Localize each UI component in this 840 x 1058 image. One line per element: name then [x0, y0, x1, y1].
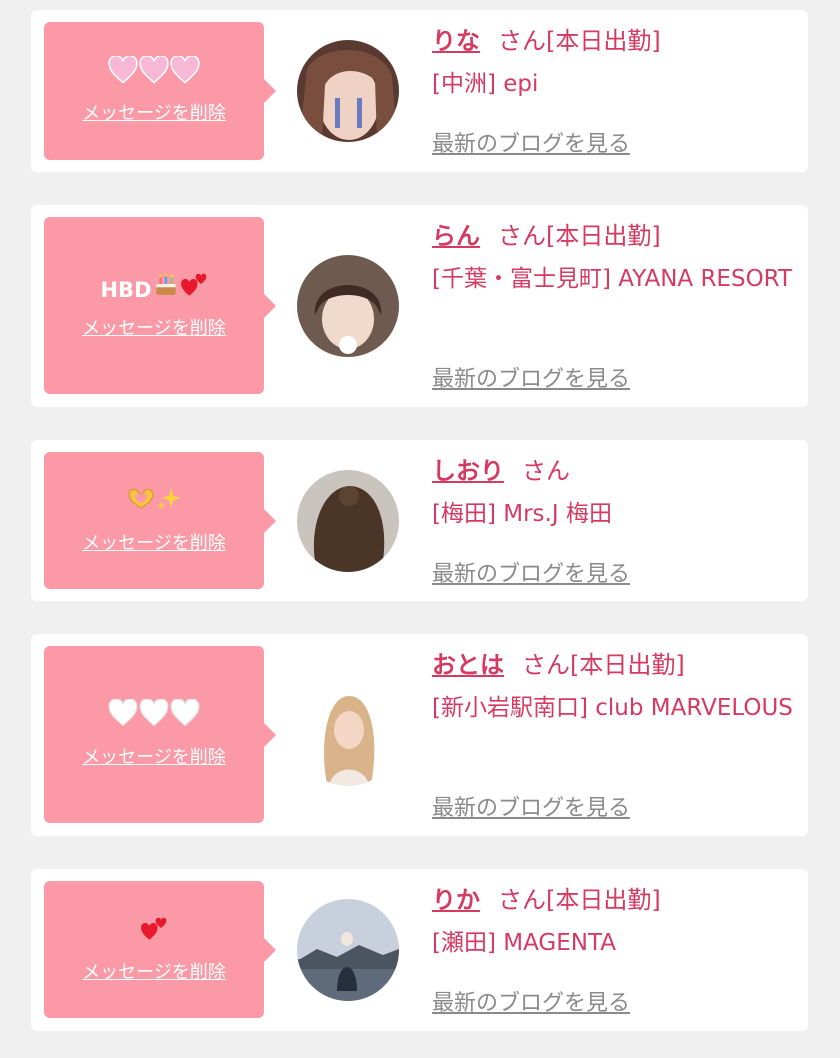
cast-name-link[interactable]: りか — [432, 886, 480, 914]
message-bubble: メッセージを削除 — [44, 881, 276, 1018]
shop-name: [梅田] Mrs.J 梅田 — [432, 501, 612, 527]
name-line: しおり さん — [432, 456, 796, 486]
message-content — [108, 54, 200, 95]
pink-heart-icon — [170, 54, 200, 95]
name-suffix: さん — [522, 457, 570, 485]
cast-name-link[interactable]: しおり — [432, 457, 504, 485]
latest-blog-link[interactable]: 最新のブログを見る — [432, 985, 630, 1017]
name-suffix: さん[本日出勤] — [498, 27, 661, 55]
white-heart-icon — [170, 698, 200, 738]
delete-message-link[interactable]: メッセージを削除 — [82, 958, 226, 984]
cast-card: メッセージを削除 しおり さん [梅田] Mrs.J 梅田 最新のブログを見る — [31, 440, 808, 601]
heart-hands-icon — [127, 487, 155, 523]
message-bubble: メッセージを削除 — [44, 22, 276, 160]
cast-info: しおり さん [梅田] Mrs.J 梅田 最新のブログを見る — [432, 456, 796, 587]
message-content — [140, 916, 168, 952]
cast-name-link[interactable]: りな — [432, 27, 480, 55]
name-suffix: さん[本日出勤] — [498, 222, 661, 250]
name-line: おとは さん[本日出勤] — [432, 650, 796, 680]
cast-info: りか さん[本日出勤] [瀬田] MAGENTA 最新のブログを見る — [432, 885, 796, 1016]
message-content: HBD — [100, 272, 207, 308]
pink-heart-icon — [139, 54, 169, 95]
cast-card: メッセージを削除 おとは さん[本日出勤] [新小岩駅南口] club MARVE… — [31, 634, 808, 836]
cast-info: おとは さん[本日出勤] [新小岩駅南口] club MARVELOUS 最新のブ… — [432, 650, 796, 821]
avatar[interactable] — [297, 899, 399, 1001]
cast-info: りな さん[本日出勤] [中洲] epi 最新のブログを見る — [432, 26, 796, 157]
message-bubble: メッセージを削除 — [44, 646, 276, 823]
avatar[interactable] — [297, 40, 399, 142]
pink-heart-icon — [108, 54, 138, 95]
name-line: りな さん[本日出勤] — [432, 26, 796, 56]
two-hearts-icon — [140, 914, 168, 953]
sparkles-icon — [156, 486, 182, 523]
name-line: りか さん[本日出勤] — [432, 885, 796, 915]
delete-message-link[interactable]: メッセージを削除 — [82, 314, 226, 340]
white-heart-icon — [139, 698, 169, 738]
avatar[interactable] — [297, 470, 399, 572]
message-bubble: HBD メッセージを削除 — [44, 217, 276, 394]
two-hearts-icon — [180, 270, 208, 309]
cast-info: らん さん[本日出勤] [千葉・富士見町] AYANA RESORT 最新のブログ… — [432, 221, 796, 392]
cast-card: HBD メッセージを削除 らん さん[本日出勤] [千葉・富士見町] AYANA… — [31, 205, 808, 407]
cast-name-link[interactable]: らん — [432, 222, 480, 250]
avatar[interactable] — [297, 255, 399, 357]
delete-message-link[interactable]: メッセージを削除 — [82, 529, 226, 555]
name-suffix: さん[本日出勤] — [498, 886, 661, 914]
latest-blog-link[interactable]: 最新のブログを見る — [432, 361, 630, 393]
delete-message-link[interactable]: メッセージを削除 — [82, 743, 226, 769]
cast-card: メッセージを削除 りか さん[本日出勤] [瀬田] MAGENTA 最新のブログを… — [31, 869, 808, 1031]
shop-name: [中洲] epi — [432, 71, 539, 97]
shop-name: [瀬田] MAGENTA — [432, 930, 616, 956]
birthday-cake-icon — [153, 271, 179, 308]
name-suffix: さん[本日出勤] — [522, 651, 685, 679]
message-bubble: メッセージを削除 — [44, 452, 276, 589]
cast-card: メッセージを削除 りな さん[本日出勤] [中洲] epi 最新のブログを見る — [31, 10, 808, 172]
message-text: HBD — [100, 277, 152, 302]
shop-name: [新小岩駅南口] club MARVELOUS — [432, 695, 793, 721]
name-line: らん さん[本日出勤] — [432, 221, 796, 251]
message-content — [127, 487, 182, 523]
cast-name-link[interactable]: おとは — [432, 651, 504, 679]
latest-blog-link[interactable]: 最新のブログを見る — [432, 556, 630, 588]
latest-blog-link[interactable]: 最新のブログを見る — [432, 126, 630, 158]
message-content — [108, 698, 200, 738]
delete-message-link[interactable]: メッセージを削除 — [82, 99, 226, 125]
latest-blog-link[interactable]: 最新のブログを見る — [432, 790, 630, 822]
shop-name: [千葉・富士見町] AYANA RESORT — [432, 266, 793, 292]
white-heart-icon — [108, 698, 138, 738]
avatar[interactable] — [297, 684, 399, 786]
